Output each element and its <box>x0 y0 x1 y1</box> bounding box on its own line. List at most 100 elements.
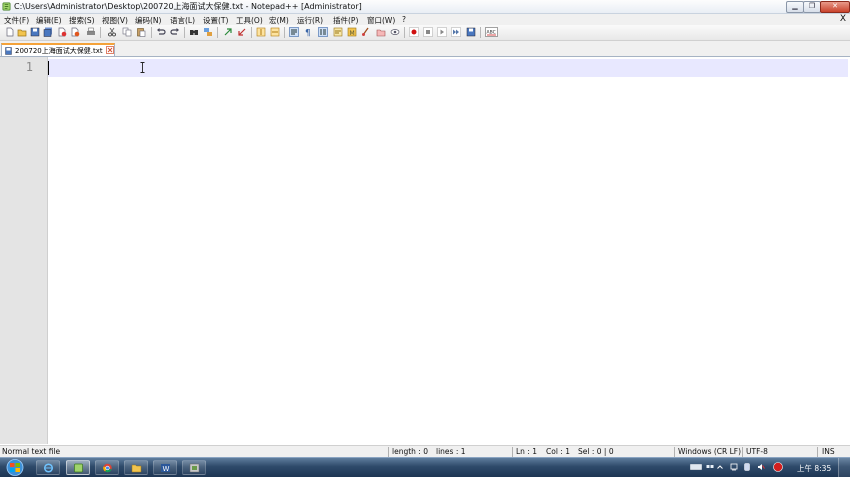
cut-icon[interactable] <box>107 27 117 37</box>
doc-map-icon[interactable]: M <box>347 27 357 37</box>
spell-check-icon[interactable]: ABC <box>485 27 498 37</box>
minimize-button[interactable]: ▁ <box>786 1 804 13</box>
toolbar-separator <box>284 27 285 38</box>
zoom-in-icon[interactable] <box>223 27 233 37</box>
toolbar: ¶ M ABC <box>0 25 850 41</box>
undo-icon[interactable] <box>156 27 166 37</box>
function-list-icon[interactable] <box>361 27 371 37</box>
status-separator <box>512 447 513 457</box>
volume-icon[interactable] <box>757 463 765 471</box>
title-bar[interactable]: C:\Users\Administrator\Desktop\200720上海面… <box>0 0 850 14</box>
status-sel: Sel : 0 | 0 <box>578 447 614 456</box>
find-icon[interactable] <box>189 27 199 37</box>
save-all-icon[interactable] <box>43 27 53 37</box>
paste-icon[interactable] <box>136 27 146 37</box>
current-line-highlight <box>48 59 848 77</box>
chrome-icon <box>103 463 112 473</box>
network-icon[interactable] <box>706 463 714 471</box>
print-icon[interactable] <box>86 27 96 37</box>
status-separator <box>388 447 389 457</box>
toolbar-separator <box>217 27 218 38</box>
taskbar-ie-button[interactable] <box>36 460 60 475</box>
status-lines: lines : 1 <box>436 447 466 456</box>
status-insert-mode: INS <box>822 447 835 456</box>
toolbar-separator <box>100 27 101 38</box>
show-desktop-button[interactable] <box>838 458 850 477</box>
folder-workspace-icon[interactable] <box>376 27 386 37</box>
status-separator <box>742 447 743 457</box>
menu-bar: 文件(F) 编辑(E) 搜索(S) 视图(V) 编码(N) 语言(L) 设置(T… <box>0 14 850 25</box>
tab-label: 200720上海面试大保健.txt <box>15 47 103 55</box>
redo-icon[interactable] <box>170 27 180 37</box>
windows-start-icon[interactable] <box>4 459 26 476</box>
tab-close-icon[interactable] <box>106 46 114 54</box>
sync-vertical-icon[interactable] <box>256 27 266 37</box>
device-icon[interactable] <box>743 463 751 471</box>
close-document-button[interactable]: X <box>840 14 846 24</box>
line-number-gutter: 1 <box>0 57 48 444</box>
status-eol: Windows (CR LF) <box>678 447 742 456</box>
close-all-icon[interactable] <box>70 27 80 37</box>
menu-help[interactable]: ? <box>402 15 406 24</box>
toolbar-separator <box>184 27 185 38</box>
monitoring-icon[interactable] <box>390 27 400 37</box>
notification-app-icon[interactable] <box>773 462 783 472</box>
word-wrap-icon[interactable] <box>289 27 299 37</box>
status-length: length : 0 <box>392 447 428 456</box>
taskbar: W 上午 8:35 <box>0 457 850 477</box>
svg-text:ABC: ABC <box>487 30 496 36</box>
run-macro-multiple-icon[interactable] <box>451 27 461 37</box>
tab-document[interactable]: 200720上海面试大保健.txt <box>1 43 115 56</box>
save-icon[interactable] <box>30 27 40 37</box>
ibeam-cursor-icon <box>140 62 145 73</box>
show-all-chars-icon[interactable]: ¶ <box>303 27 313 38</box>
taskbar-explorer-button[interactable] <box>124 460 148 475</box>
taskbar-notepadpp-button[interactable] <box>66 460 90 475</box>
svg-text:M: M <box>350 30 355 37</box>
open-file-icon[interactable] <box>17 27 27 37</box>
editor-area[interactable]: 1 <box>0 57 850 444</box>
sync-horizontal-icon[interactable] <box>270 27 280 37</box>
keyboard-icon[interactable] <box>690 463 702 471</box>
status-encoding: UTF-8 <box>746 447 768 456</box>
status-separator <box>674 447 675 457</box>
svg-text:W: W <box>163 465 170 473</box>
stop-macro-icon[interactable] <box>423 27 433 37</box>
status-col: Col : 1 <box>546 447 570 456</box>
taskbar-app-button[interactable] <box>182 460 206 475</box>
indent-guide-icon[interactable] <box>318 27 328 37</box>
internet-explorer-icon <box>43 463 54 473</box>
zoom-out-icon[interactable] <box>237 27 247 37</box>
line-number: 1 <box>25 60 33 74</box>
application-icon <box>189 463 200 473</box>
taskbar-chrome-button[interactable] <box>95 460 119 475</box>
word-icon: W <box>161 464 170 473</box>
tab-bar: 200720上海面试大保健.txt <box>0 41 850 57</box>
show-hidden-icons-icon[interactable] <box>716 463 724 471</box>
udl-icon[interactable] <box>333 27 343 37</box>
notepadpp-icon <box>74 463 83 473</box>
record-macro-icon[interactable] <box>409 27 419 37</box>
replace-icon[interactable] <box>203 27 213 37</box>
status-ln: Ln : 1 <box>516 447 537 456</box>
copy-icon[interactable] <box>122 27 132 37</box>
action-center-icon[interactable] <box>730 463 738 471</box>
close-window-button[interactable]: ✕ <box>820 1 850 13</box>
svg-text:¶: ¶ <box>305 29 311 38</box>
saved-file-icon <box>5 47 12 55</box>
close-icon[interactable] <box>57 27 67 37</box>
window-title: C:\Users\Administrator\Desktop\200720上海面… <box>14 2 362 11</box>
status-separator <box>817 447 818 457</box>
toolbar-separator <box>251 27 252 38</box>
toolbar-separator <box>480 27 481 38</box>
play-macro-icon[interactable] <box>437 27 447 37</box>
new-file-icon[interactable] <box>5 27 15 37</box>
save-macro-icon[interactable] <box>466 27 476 37</box>
maximize-button[interactable]: ❐ <box>803 1 821 13</box>
status-file-type: Normal text file <box>2 447 61 456</box>
taskbar-clock[interactable]: 上午 8:35 <box>797 463 831 474</box>
taskbar-word-button[interactable]: W <box>153 460 177 475</box>
toolbar-separator <box>404 27 405 38</box>
notepadpp-app-icon <box>2 2 11 11</box>
toolbar-separator <box>151 27 152 38</box>
